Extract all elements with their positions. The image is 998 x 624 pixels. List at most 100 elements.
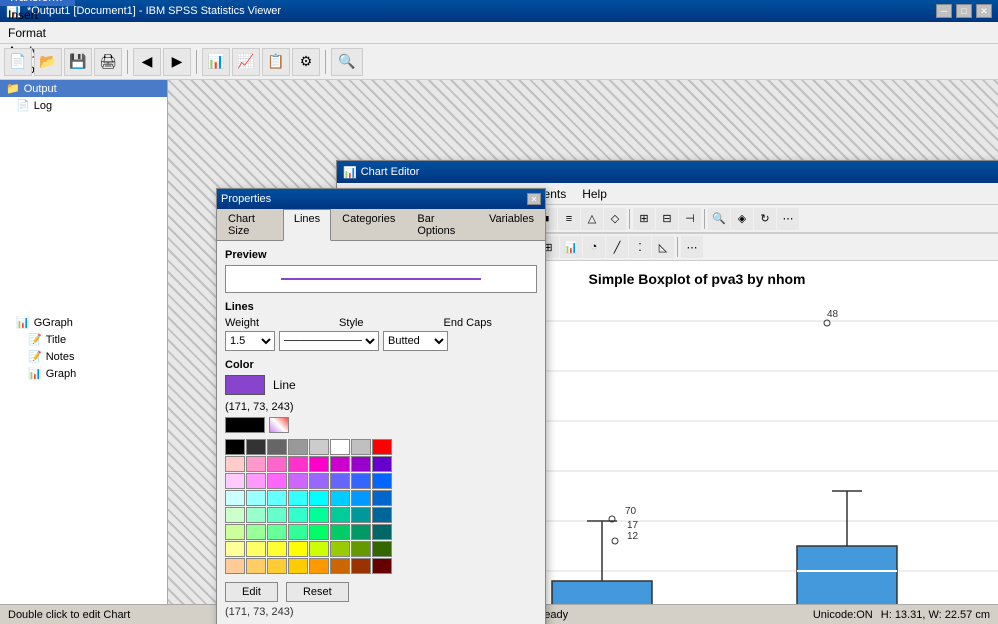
settings-button[interactable]: ⚙ <box>292 48 320 76</box>
color-cell-14[interactable] <box>351 456 371 472</box>
main-color-swatch[interactable] <box>225 375 265 395</box>
color-cell-36[interactable] <box>309 507 329 523</box>
color-cell-45[interactable] <box>330 524 350 540</box>
color-cell-44[interactable] <box>309 524 329 540</box>
color-cell-6[interactable] <box>351 439 371 455</box>
table-button[interactable]: 📋 <box>262 48 290 76</box>
menu-item-format[interactable]: Format <box>0 24 75 42</box>
color-cell-39[interactable] <box>372 507 392 523</box>
color-cell-29[interactable] <box>330 490 350 506</box>
color-cell-18[interactable] <box>267 473 287 489</box>
print-button[interactable]: 🖨 <box>94 48 122 76</box>
color-cell-57[interactable] <box>246 558 266 574</box>
tab-chart-size[interactable]: Chart Size <box>217 209 283 240</box>
weight-select[interactable]: 1.5 0.5 1.0 2.0 <box>225 331 275 351</box>
tree-item-log[interactable]: 📄 Log <box>0 97 167 114</box>
color-cell-55[interactable] <box>372 541 392 557</box>
color-cell-32[interactable] <box>225 507 245 523</box>
tab-bar-options[interactable]: Bar Options <box>406 209 478 240</box>
color-cell-34[interactable] <box>267 507 287 523</box>
color-cell-61[interactable] <box>330 558 350 574</box>
color-cell-50[interactable] <box>267 541 287 557</box>
color-cell-30[interactable] <box>351 490 371 506</box>
forward-button[interactable]: ▶ <box>163 48 191 76</box>
black-swatch[interactable] <box>225 417 265 433</box>
color-cell-46[interactable] <box>351 524 371 540</box>
color-cell-25[interactable] <box>246 490 266 506</box>
color-cell-43[interactable] <box>288 524 308 540</box>
ce-area-tool[interactable]: △ <box>581 208 603 230</box>
ce-3d-tool[interactable]: ◈ <box>731 208 753 230</box>
maximize-button[interactable]: □ <box>956 4 972 18</box>
gradient-swatch[interactable] <box>269 417 289 433</box>
color-cell-41[interactable] <box>246 524 266 540</box>
color-cell-26[interactable] <box>267 490 287 506</box>
edit-button[interactable]: Edit <box>225 582 278 602</box>
properties-close-icon[interactable]: ✕ <box>527 193 541 205</box>
new-button[interactable]: 📄 <box>4 48 32 76</box>
ce-zoom-tool[interactable]: 🔍 <box>708 208 730 230</box>
color-cell-3[interactable] <box>288 439 308 455</box>
color-cell-48[interactable] <box>225 541 245 557</box>
color-cell-13[interactable] <box>330 456 350 472</box>
tab-lines[interactable]: Lines <box>283 209 331 241</box>
color-cell-52[interactable] <box>309 541 329 557</box>
endcaps-select[interactable]: Butted Round Square <box>383 331 448 351</box>
color-cell-42[interactable] <box>267 524 287 540</box>
color-cell-10[interactable] <box>267 456 287 472</box>
color-cell-8[interactable] <box>225 456 245 472</box>
ce-ribbon-tool[interactable]: ◇ <box>604 208 626 230</box>
back-button[interactable]: ◀ <box>133 48 161 76</box>
color-cell-63[interactable] <box>372 558 392 574</box>
tree-item-notes[interactable]: 📝 Notes <box>0 348 167 365</box>
save-button[interactable]: 💾 <box>64 48 92 76</box>
ce-line-chart[interactable]: ╱ <box>606 236 628 258</box>
color-cell-9[interactable] <box>246 456 266 472</box>
window-controls[interactable]: ─ □ ✕ <box>936 4 992 18</box>
color-cell-20[interactable] <box>309 473 329 489</box>
color-cell-5[interactable] <box>330 439 350 455</box>
color-cell-1[interactable] <box>246 439 266 455</box>
tree-item-title[interactable]: 📝 Title <box>0 331 167 348</box>
color-cell-16[interactable] <box>225 473 245 489</box>
minimize-button[interactable]: ─ <box>936 4 952 18</box>
export-button[interactable]: 📊 <box>202 48 230 76</box>
ce-more2[interactable]: ⋯ <box>681 236 703 258</box>
color-cell-53[interactable] <box>330 541 350 557</box>
color-cell-51[interactable] <box>288 541 308 557</box>
color-cell-54[interactable] <box>351 541 371 557</box>
color-cell-28[interactable] <box>309 490 329 506</box>
color-cell-24[interactable] <box>225 490 245 506</box>
tree-item-graph[interactable]: 📊 Graph <box>0 365 167 382</box>
color-cell-17[interactable] <box>246 473 266 489</box>
ce-stacked-tool[interactable]: ≡ <box>558 208 580 230</box>
tree-item-ggraph[interactable]: 📊 GGraph <box>0 314 167 331</box>
color-cell-31[interactable] <box>372 490 392 506</box>
color-cell-49[interactable] <box>246 541 266 557</box>
color-cell-0[interactable] <box>225 439 245 455</box>
ce-more-tool[interactable]: ⋯ <box>777 208 799 230</box>
color-cell-62[interactable] <box>351 558 371 574</box>
color-cell-35[interactable] <box>288 507 308 523</box>
ce-gridv-tool[interactable]: ⊟ <box>656 208 678 230</box>
ce-bar-chart[interactable]: 📊 <box>560 236 582 258</box>
style-select[interactable]: ────────── - - - - - - · · · · · · <box>279 331 379 351</box>
reset-button[interactable]: Reset <box>286 582 349 602</box>
ce-menu-item-help[interactable]: Help <box>574 185 615 203</box>
color-cell-27[interactable] <box>288 490 308 506</box>
chart-button[interactable]: 📈 <box>232 48 260 76</box>
color-cell-33[interactable] <box>246 507 266 523</box>
color-cell-15[interactable] <box>372 456 392 472</box>
color-cell-7[interactable] <box>372 439 392 455</box>
color-cell-58[interactable] <box>267 558 287 574</box>
ce-area-chart[interactable]: ◺ <box>652 236 674 258</box>
color-cell-12[interactable] <box>309 456 329 472</box>
ce-grid-tool[interactable]: ⊞ <box>633 208 655 230</box>
color-cell-59[interactable] <box>288 558 308 574</box>
color-cell-21[interactable] <box>330 473 350 489</box>
color-cell-37[interactable] <box>330 507 350 523</box>
color-cell-23[interactable] <box>372 473 392 489</box>
ce-scatter[interactable]: ⁚ <box>629 236 651 258</box>
close-button[interactable]: ✕ <box>976 4 992 18</box>
color-cell-11[interactable] <box>288 456 308 472</box>
